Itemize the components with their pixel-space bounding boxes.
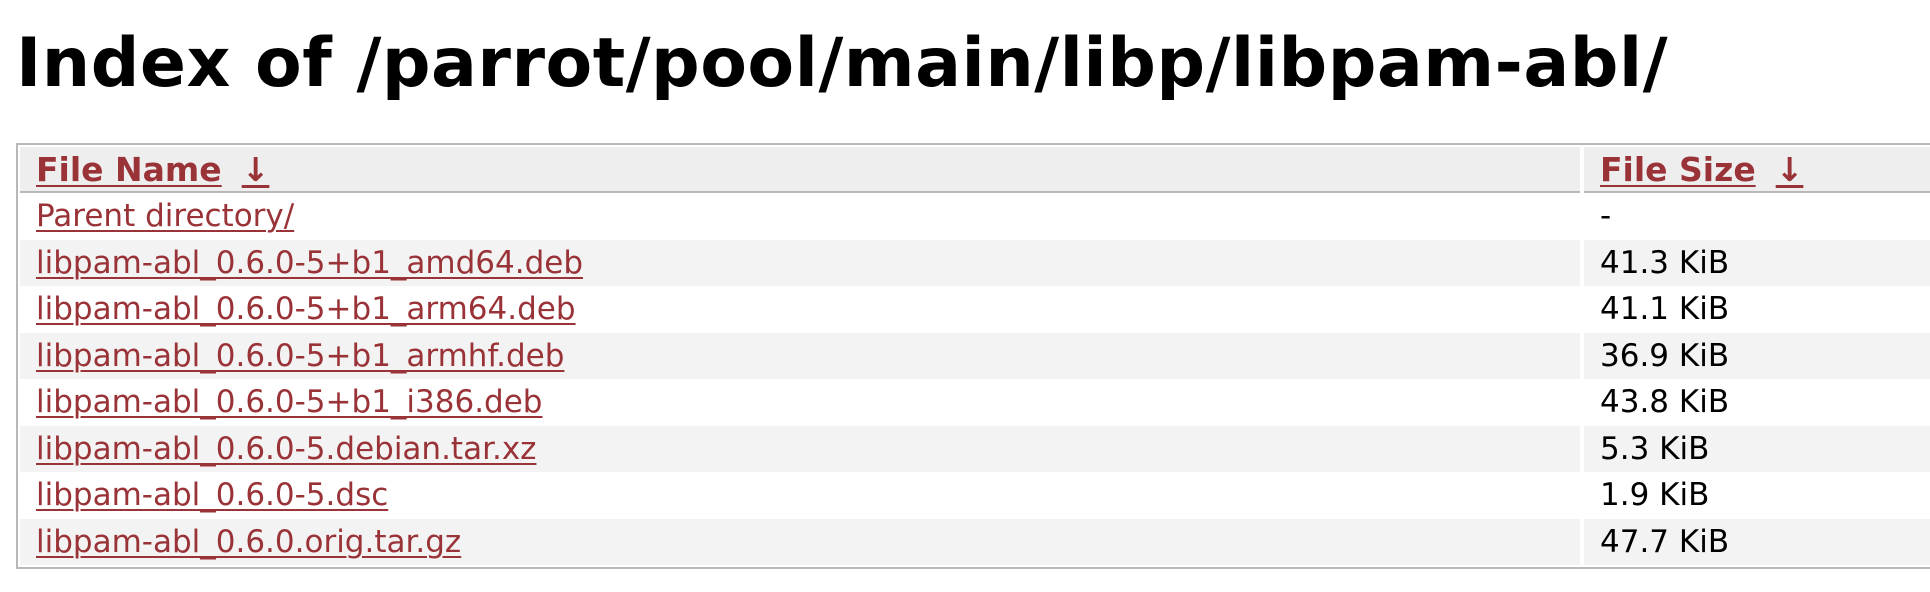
file-listing: File Name ↓ File Size ↓ Parent directory/ …: [16, 143, 1930, 569]
file-name-cell: libpam-abl_0.6.0-5+b1_armhf.deb: [20, 332, 1580, 379]
table-row: libpam-abl_0.6.0-5+b1_amd64.deb 41.3 KiB: [20, 239, 1930, 286]
file-link[interactable]: libpam-abl_0.6.0-5+b1_amd64.deb: [36, 245, 583, 281]
table-row: libpam-abl_0.6.0.orig.tar.gz 47.7 KiB: [20, 518, 1930, 565]
file-name-cell: libpam-abl_0.6.0-5.dsc: [20, 472, 1580, 519]
sort-by-size-link[interactable]: File Size ↓: [1600, 150, 1813, 189]
page: Index of /parrot/pool/main/libp/libpam-a…: [0, 0, 1930, 592]
table-row: libpam-abl_0.6.0-5+b1_arm64.deb 41.1 KiB: [20, 286, 1930, 333]
header-file-name: File Name ↓: [20, 147, 1580, 193]
file-name-cell: Parent directory/: [20, 193, 1580, 240]
page-title: Index of /parrot/pool/main/libp/libpam-a…: [16, 24, 1669, 103]
file-size-cell: 43.8 KiB: [1584, 379, 1930, 426]
file-size-cell: 1.9 KiB: [1584, 472, 1930, 519]
file-name-cell: libpam-abl_0.6.0.orig.tar.gz: [20, 518, 1580, 565]
table-row: libpam-abl_0.6.0-5.debian.tar.xz 5.3 KiB: [20, 425, 1930, 472]
parent-directory-link[interactable]: Parent directory/: [36, 198, 294, 234]
file-link[interactable]: libpam-abl_0.6.0-5.dsc: [36, 477, 388, 513]
arrow-down-icon: ↓: [241, 149, 270, 189]
file-table: File Name ↓ File Size ↓ Parent directory/ …: [16, 147, 1930, 565]
file-link[interactable]: libpam-abl_0.6.0-5+b1_arm64.deb: [36, 291, 576, 327]
table-header-row: File Name ↓ File Size ↓: [20, 147, 1930, 193]
table-row: Parent directory/ -: [20, 193, 1930, 240]
table-row: libpam-abl_0.6.0-5+b1_armhf.deb 36.9 KiB: [20, 332, 1930, 379]
file-link[interactable]: libpam-abl_0.6.0-5+b1_armhf.deb: [36, 338, 564, 374]
file-name-cell: libpam-abl_0.6.0-5+b1_arm64.deb: [20, 286, 1580, 333]
header-file-size: File Size ↓: [1584, 147, 1930, 193]
table-row: libpam-abl_0.6.0-5.dsc 1.9 KiB: [20, 472, 1930, 519]
file-size-cell: 41.1 KiB: [1584, 286, 1930, 333]
file-size-cell: 36.9 KiB: [1584, 332, 1930, 379]
file-size-cell: 41.3 KiB: [1584, 239, 1930, 286]
file-name-cell: libpam-abl_0.6.0-5+b1_amd64.deb: [20, 239, 1580, 286]
file-size-cell: 5.3 KiB: [1584, 425, 1930, 472]
header-file-name-label: File Name: [36, 149, 222, 189]
sort-by-name-link[interactable]: File Name ↓: [36, 150, 279, 189]
arrow-down-icon: ↓: [1775, 149, 1804, 189]
header-file-size-label: File Size: [1600, 149, 1756, 189]
file-size-cell: 47.7 KiB: [1584, 518, 1930, 565]
file-link[interactable]: libpam-abl_0.6.0-5.debian.tar.xz: [36, 431, 536, 467]
table-row: libpam-abl_0.6.0-5+b1_i386.deb 43.8 KiB: [20, 379, 1930, 426]
file-link[interactable]: libpam-abl_0.6.0.orig.tar.gz: [36, 524, 461, 560]
file-name-cell: libpam-abl_0.6.0-5.debian.tar.xz: [20, 425, 1580, 472]
file-link[interactable]: libpam-abl_0.6.0-5+b1_i386.deb: [36, 384, 542, 420]
file-name-cell: libpam-abl_0.6.0-5+b1_i386.deb: [20, 379, 1580, 426]
file-size-cell: -: [1584, 193, 1930, 240]
